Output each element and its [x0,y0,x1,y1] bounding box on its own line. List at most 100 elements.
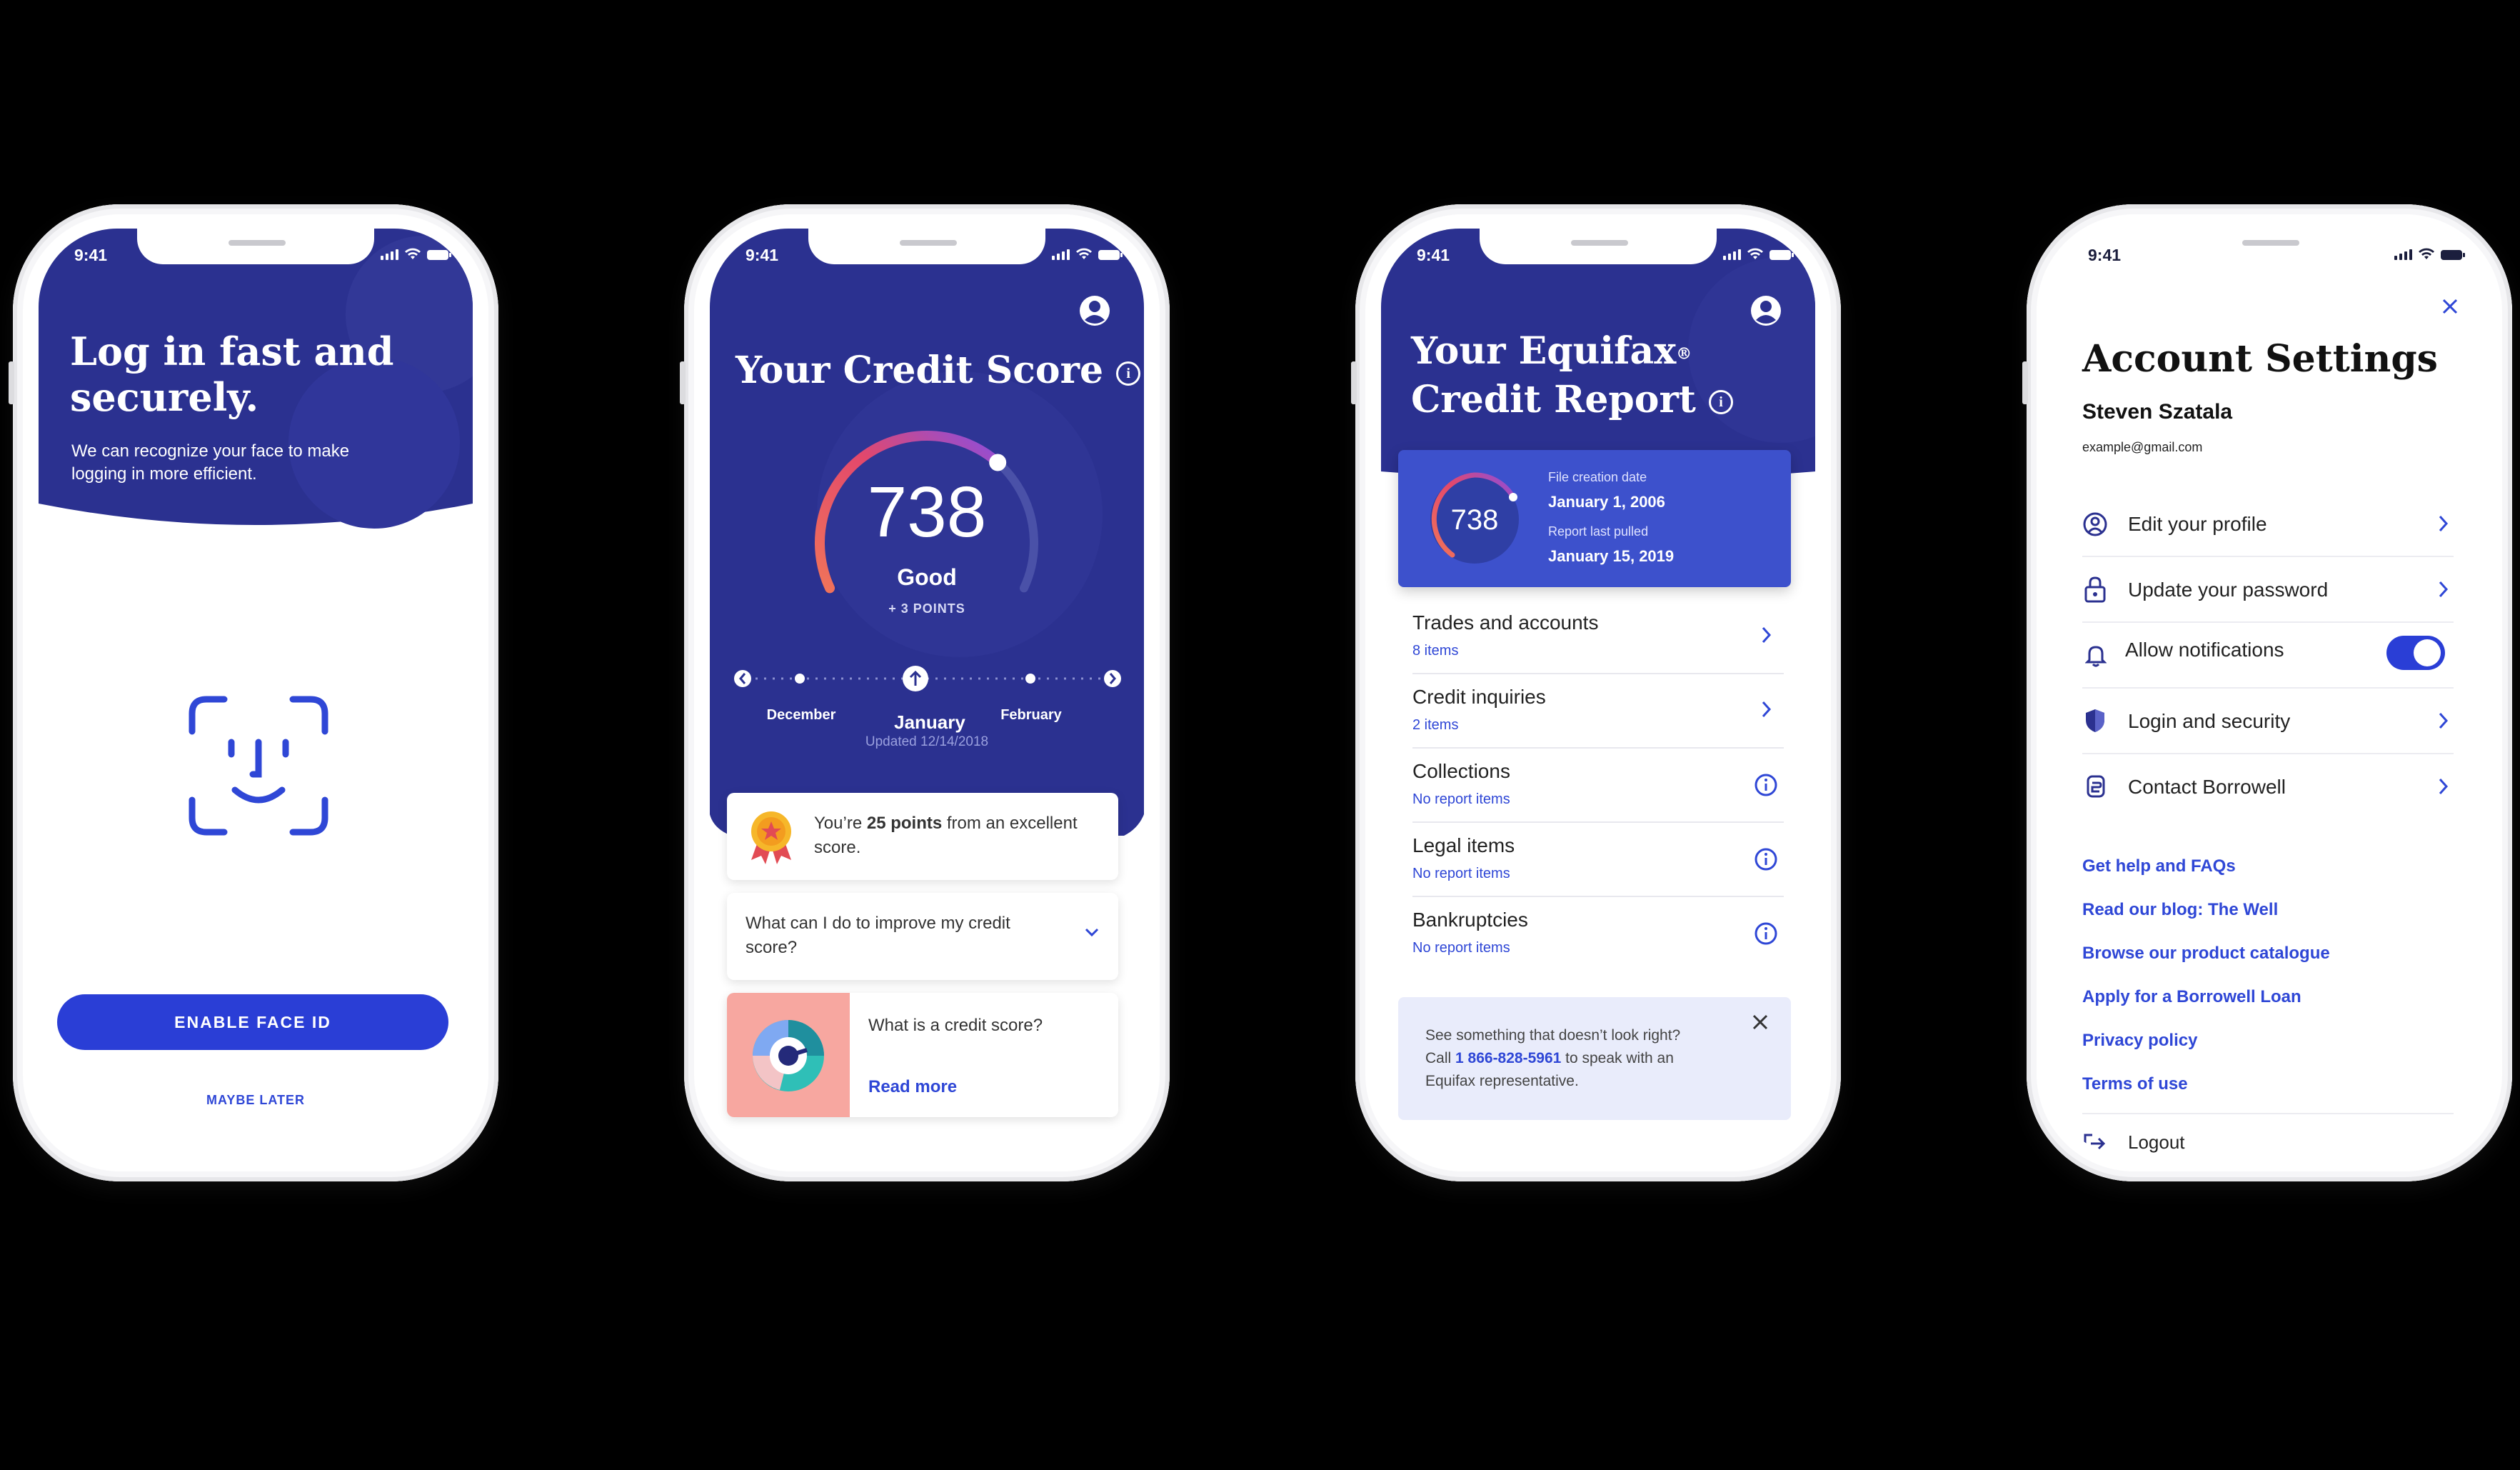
screen: 9:41 Account Settings Steven Szatala exa… [2052,229,2486,1157]
article-image [727,993,850,1117]
wifi-icon [1076,248,1092,259]
file-creation-label: File creation date [1548,470,1647,484]
gauge-illustration-icon [753,1020,824,1091]
profile-icon[interactable] [1750,294,1782,327]
info-icon[interactable] [1754,773,1778,797]
report-summary-card: 738 File creation date January 1, 2006 R… [1398,450,1791,587]
last-pulled-label: Report last pulled [1548,524,1649,539]
page-subtitle: We can recognize your face to make loggi… [71,441,350,484]
side-button [1351,361,1357,404]
page-title: Log in fast and securely. [70,329,394,420]
profile-icon[interactable] [1078,294,1111,327]
divider [2082,1113,2454,1114]
status-time: 9:41 [2088,246,2122,264]
close-icon[interactable] [1751,1013,1769,1031]
link-blog[interactable]: Read our blog: The Well [2082,888,2330,931]
wifi-icon [405,248,421,259]
signal-icon [381,249,398,260]
status-bar: 9:41 [1381,229,1815,279]
wifi-icon [1747,248,1763,259]
link-product-catalogue[interactable]: Browse our product catalogue [2082,931,2330,975]
status-bar: 9:41 [2052,229,2486,279]
chevron-right-icon [2439,712,2449,729]
battery-icon [2441,250,2465,260]
lock-icon [2084,576,2106,603]
chevron-down-icon[interactable] [1084,927,1100,937]
list-item[interactable]: Collections No report items [1412,749,1784,823]
points-change: + 3 POINTS [888,601,965,616]
timeline-next-icon[interactable] [1104,670,1121,687]
signal-icon [1723,249,1741,260]
menu-item-update-password[interactable]: Update your password [2082,557,2454,623]
phone-number-link[interactable]: 1 866-828-5961 [1455,1050,1561,1066]
shield-icon [2086,709,2104,732]
report-items-list: Trades and accounts 8 items Credit inqui… [1412,600,1784,970]
menu-item-allow-notifications: Allow notifications [2082,623,2454,689]
status-time: 9:41 [74,246,108,264]
read-more-link[interactable]: Read more [868,1077,957,1097]
phone-credit-report: 9:41 Your Equifax® Credit Report i 738 F… [1351,204,1841,1181]
article-title: What is a credit score? [868,1016,1043,1035]
timeline-dot-december[interactable] [795,674,805,684]
timeline-prev-icon[interactable] [734,670,751,687]
info-icon[interactable]: i [1708,390,1733,414]
info-icon[interactable] [1754,847,1778,871]
logout-button[interactable]: Logout [2082,1130,2296,1157]
list-item[interactable]: Credit inquiries 2 items [1412,674,1784,749]
help-links: Get help and FAQs Read our blog: The Wel… [2082,844,2330,1106]
face-id-icon [189,696,328,836]
last-pulled-value: January 15, 2019 [1548,547,1675,565]
menu-item-contact-borrowell[interactable]: Contact Borrowell [2082,754,2454,819]
user-email: example@gmail.com [2082,440,2203,454]
chevron-right-icon[interactable] [1761,626,1772,644]
info-icon[interactable] [1754,921,1778,946]
screen: 9:41 Log in fast and securely. We can re… [39,229,473,1157]
logout-icon [2084,1134,2106,1154]
list-item[interactable]: Trades and accounts 8 items [1412,600,1784,674]
signal-icon [1052,249,1070,260]
side-button [680,361,686,404]
contact-icon [2087,775,2105,798]
link-borrowell-loan[interactable]: Apply for a Borrowell Loan [2082,975,2330,1019]
enable-face-id-button[interactable]: ENABLE FACE ID [57,994,448,1050]
settings-menu: Edit your profile Update your password A… [2082,491,2454,819]
user-circle-icon [2083,512,2107,536]
timeline-dot-february[interactable] [1025,674,1035,684]
chevron-right-icon[interactable] [1761,700,1772,719]
menu-item-edit-profile[interactable]: Edit your profile [2082,491,2454,557]
notifications-toggle[interactable] [2386,636,2445,670]
battery-icon [1098,250,1123,260]
score-rating: Good [897,564,957,590]
link-privacy-policy[interactable]: Privacy policy [2082,1019,2330,1062]
link-terms-of-use[interactable]: Terms of use [2082,1062,2330,1106]
timeline-label-february[interactable]: February [974,707,1088,724]
menu-item-login-security[interactable]: Login and security [2082,689,2454,754]
screen: 9:41 Your Equifax® Credit Report i 738 F… [1381,229,1815,1157]
award-badge-icon [751,811,791,864]
report-score-value: 738 [1450,504,1499,536]
updated-date: Updated 12/14/2018 [865,734,989,749]
article-card[interactable]: What is a credit score? Read more [727,993,1118,1117]
list-item[interactable]: Bankruptcies No report items [1412,897,1784,970]
file-creation-value: January 1, 2006 [1548,493,1665,511]
page-title: Your Equifax® Credit Report i [1411,329,1733,423]
side-button [2022,361,2028,404]
status-bar: 9:41 [39,229,473,279]
info-icon[interactable]: i [1116,361,1141,386]
user-name: Steven Szatala [2082,400,2233,424]
battery-icon [427,250,451,260]
status-time: 9:41 [746,246,779,264]
maybe-later-link[interactable]: MAYBE LATER [39,1093,473,1108]
timeline-label-december[interactable]: December [744,707,858,724]
link-help-faqs[interactable]: Get help and FAQs [2082,844,2330,888]
signal-icon [2394,249,2412,260]
faq-accordion[interactable]: What can I do to improve my credit score… [727,893,1118,980]
phone-account-settings: 9:41 Account Settings Steven Szatala exa… [2022,204,2512,1181]
timeline [734,666,1121,691]
tip-card[interactable]: You’re 25 points from an excellent score… [727,793,1118,880]
phone-credit-score: 9:41 Your Credit Score i 738 Good + 3 PO… [680,204,1170,1181]
list-item[interactable]: Legal items No report items [1412,823,1784,897]
notice-banner: See something that doesn’t look right? C… [1398,997,1791,1120]
close-icon[interactable] [2441,297,2459,316]
credit-score-value: 738 [867,472,987,552]
